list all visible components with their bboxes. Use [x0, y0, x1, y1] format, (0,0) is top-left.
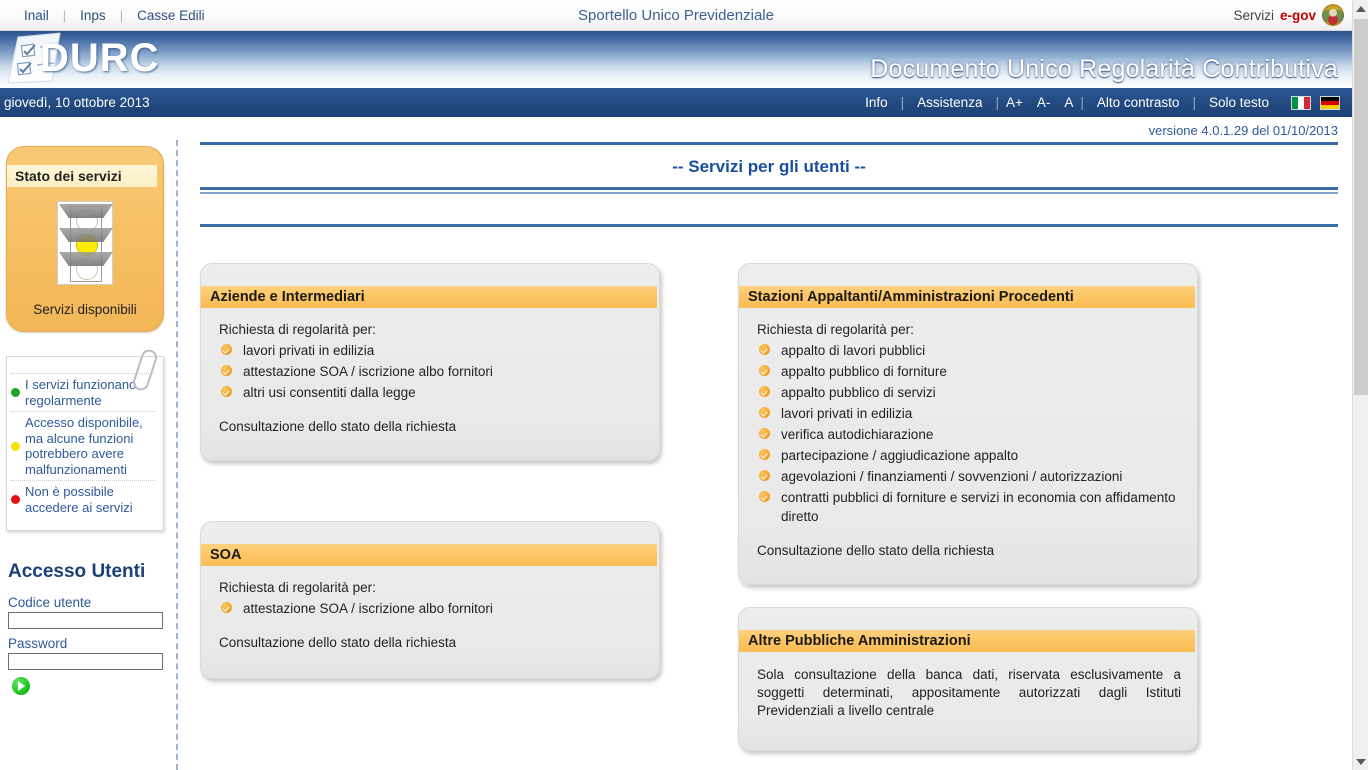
flag-german-icon[interactable]	[1320, 95, 1340, 110]
republic-emblem-icon	[1322, 4, 1344, 26]
nav-assistenza[interactable]: Assistenza	[904, 95, 995, 110]
nav-font-reset[interactable]: A	[1057, 95, 1080, 110]
card-text: Sola consultazione della banca dati, ris…	[757, 667, 1181, 718]
navbar-links: Info | Assistenza | A+ A- A | Alto contr…	[852, 95, 1340, 110]
browser-viewport: Inail | Inps | Casse Edili Sportello Uni…	[0, 0, 1368, 770]
nav-high-contrast[interactable]: Alto contrasto	[1084, 95, 1193, 110]
egov-label: e-gov	[1279, 7, 1316, 23]
list-item[interactable]: appalto pubblico di forniture	[757, 361, 1179, 382]
legend-dot-green-icon	[11, 388, 20, 397]
nav-font-decrease[interactable]: A-	[1030, 95, 1058, 110]
green-arrow-go-icon[interactable]	[12, 677, 30, 695]
scroll-up-arrow	[1356, 5, 1366, 12]
card-intro: Richiesta di regolarità per:	[219, 322, 376, 337]
current-date: giovedì, 10 ottobre 2013	[4, 95, 150, 110]
list-item[interactable]: altri usi consentiti dalla legge	[219, 382, 641, 403]
list-item[interactable]: verifica autodichiarazione	[757, 424, 1179, 445]
card-header: SOA	[201, 544, 657, 566]
card-body: Richiesta di regolarità per: appalto di …	[739, 308, 1197, 558]
servizi-label: Servizi	[1233, 7, 1274, 23]
status-legend-note: I servizi funzionano regolarmente Access…	[6, 347, 164, 531]
service-list: lavori privati in edilizia attestazione …	[219, 340, 641, 403]
card-aziende-intermediari: Aziende e Intermediari Richiesta di rego…	[200, 263, 660, 461]
service-status-caption: Servizi disponibili	[33, 302, 137, 317]
card-header: Stazioni Appaltanti/Amministrazioni Proc…	[739, 286, 1195, 308]
scrollbar-thumb[interactable]	[1354, 19, 1368, 395]
card-header: Aziende e Intermediari	[201, 286, 657, 308]
page-scrollbar[interactable]	[1352, 0, 1368, 770]
cards-grid: Aziende e Intermediari Richiesta di rego…	[200, 263, 1338, 751]
card-soa: SOA Richiesta di regolarità per: attesta…	[200, 521, 660, 679]
list-item[interactable]: lavori privati in edilizia	[219, 340, 641, 361]
cards-column-left: Aziende e Intermediari Richiesta di rego…	[200, 263, 660, 751]
traffic-visor	[59, 228, 113, 242]
list-item[interactable]: contratti pubblici di forniture e serviz…	[757, 487, 1179, 527]
service-status-title: Stato dei servizi	[7, 165, 157, 187]
topbar-egov-area: Servizi e-gov	[1233, 4, 1344, 26]
divider-bottom	[200, 224, 1338, 227]
card-header: Altre Pubbliche Amministrazioni	[739, 630, 1195, 652]
nav-text-only[interactable]: Solo testo	[1196, 95, 1282, 110]
durc-banner: DURC Documento Unico Regolarità Contribu…	[0, 31, 1352, 88]
list-item[interactable]: appalto pubblico di servizi	[757, 382, 1179, 403]
list-item[interactable]: partecipazione / aggiudicazione appalto	[757, 445, 1179, 466]
service-list: attestazione SOA / iscrizione albo forni…	[219, 598, 641, 619]
login-panel-title: Accesso Utenti	[8, 561, 146, 582]
legend-dot-yellow-icon	[11, 441, 20, 451]
divider-double	[200, 187, 1338, 194]
list-item[interactable]: lavori privati in edilizia	[757, 403, 1179, 424]
banner-title: Documento Unico Regolarità Contributiva	[870, 55, 1338, 83]
card-intro: Richiesta di regolarità per:	[757, 322, 914, 337]
card-footer-link[interactable]: Consultazione dello stato della richiest…	[757, 543, 1179, 558]
user-code-label: Codice utente	[8, 595, 92, 610]
legend-item: Non è possibile accedere ai servizi	[11, 480, 155, 518]
password-input[interactable]	[8, 653, 163, 670]
traffic-light-wrap	[7, 201, 163, 290]
traffic-visor	[59, 252, 113, 266]
list-item[interactable]: attestazione SOA / iscrizione albo forni…	[219, 361, 641, 382]
version-label: versione 4.0.1.29 del 01/10/2013	[1148, 123, 1338, 138]
durc-logo-text: DURC	[40, 36, 160, 80]
chevron-down-icon[interactable]	[1353, 753, 1368, 770]
main-content: -- Servizi per gli utenti -- Aziende e I…	[178, 140, 1352, 770]
card-stazioni-appaltanti: Stazioni Appaltanti/Amministrazioni Proc…	[738, 263, 1198, 585]
sidebar: Stato dei servizi Servizi disponibili I …	[0, 140, 178, 770]
nav-info[interactable]: Info	[852, 95, 901, 110]
legend-item: Accesso disponibile, ma alcune funzioni …	[11, 411, 155, 480]
cards-column-right: Stazioni Appaltanti/Amministrazioni Proc…	[738, 263, 1198, 751]
traffic-light-yellow-icon	[57, 201, 113, 285]
password-label: Password	[8, 636, 68, 651]
legend-dot-red-icon	[11, 495, 20, 504]
topbar-link-inail[interactable]: Inail	[10, 8, 63, 23]
topbar-link-casse-edili[interactable]: Casse Edili	[123, 8, 219, 23]
service-status-panel: Stato dei servizi Servizi disponibili	[6, 146, 164, 332]
legend-text: Accesso disponibile, ma alcune funzioni …	[25, 415, 143, 477]
main-navbar: giovedì, 10 ottobre 2013 Info | Assisten…	[0, 88, 1352, 117]
topbar-links: Inail | Inps | Casse Edili	[0, 8, 219, 23]
service-list: appalto di lavori pubblici appalto pubbl…	[757, 340, 1179, 527]
legend-text: Non è possibile accedere ai servizi	[25, 484, 133, 515]
list-item[interactable]: attestazione SOA / iscrizione albo forni…	[219, 598, 641, 619]
traffic-visor	[59, 204, 113, 218]
list-item[interactable]: appalto di lavori pubblici	[757, 340, 1179, 361]
page-title: -- Servizi per gli utenti --	[672, 157, 866, 176]
card-footer-link[interactable]: Consultazione dello stato della richiest…	[219, 419, 641, 434]
card-body: Richiesta di regolarità per: attestazion…	[201, 566, 659, 650]
user-code-input[interactable]	[8, 612, 163, 629]
institutional-topbar: Inail | Inps | Casse Edili Sportello Uni…	[0, 0, 1352, 31]
chevron-up-icon[interactable]	[1353, 0, 1368, 17]
card-intro: Richiesta di regolarità per:	[219, 580, 376, 595]
topbar-link-inps[interactable]: Inps	[66, 8, 120, 23]
page-content: Inail | Inps | Casse Edili Sportello Uni…	[0, 0, 1352, 770]
scroll-down-arrow	[1356, 758, 1366, 765]
body-columns: Stato dei servizi Servizi disponibili I …	[0, 140, 1352, 770]
card-body: Richiesta di regolarità per: lavori priv…	[201, 308, 659, 434]
card-altre-pubbliche-amministrazioni: Altre Pubbliche Amministrazioni Sola con…	[738, 607, 1198, 751]
flag-italian-icon[interactable]	[1291, 95, 1311, 110]
card-footer-link[interactable]: Consultazione dello stato della richiest…	[219, 635, 641, 650]
list-item[interactable]: agevolazioni / finanziamenti / sovvenzio…	[757, 466, 1179, 487]
nav-font-increase[interactable]: A+	[999, 95, 1030, 110]
